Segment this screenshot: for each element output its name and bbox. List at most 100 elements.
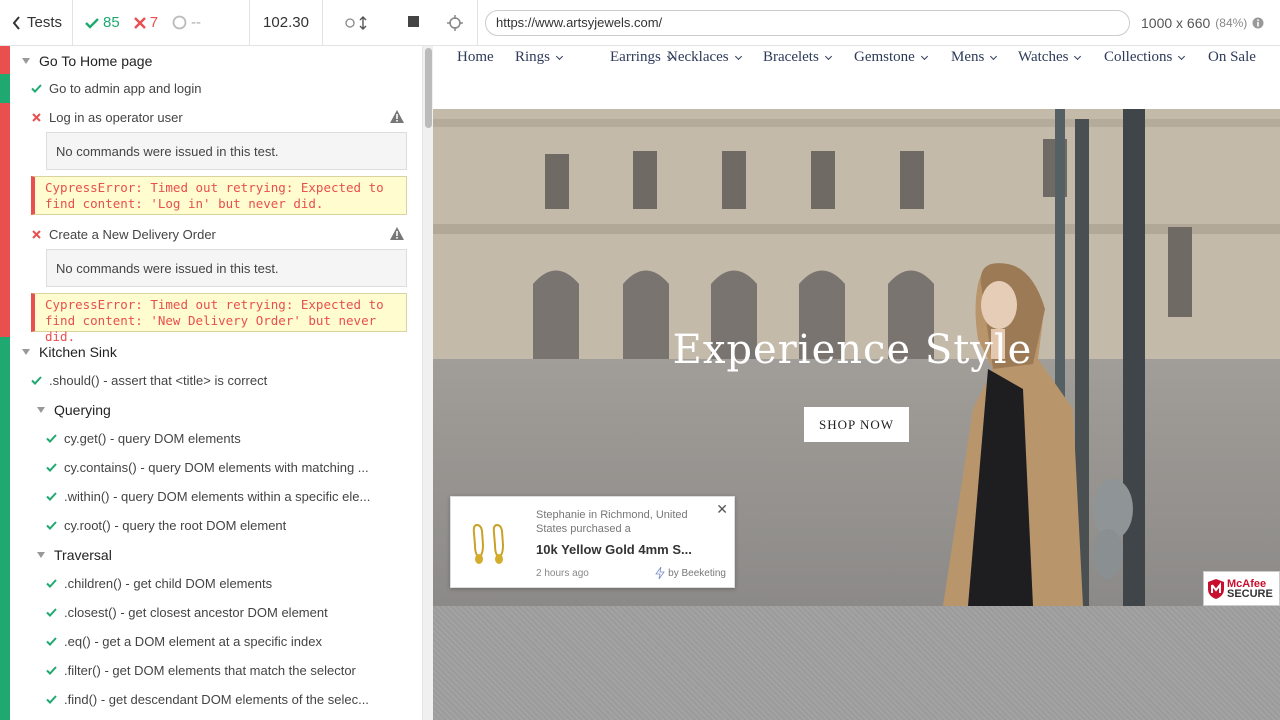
test-title: .children() - get child DOM elements xyxy=(64,576,273,591)
test-row[interactable]: .eq() - get a DOM element at a specific … xyxy=(10,627,422,656)
test-row[interactable]: cy.root() - query the root DOM element xyxy=(10,511,422,540)
mcafee-secure-badge[interactable]: McAfee SECURE xyxy=(1203,571,1280,606)
test-title: Go to admin app and login xyxy=(49,81,202,96)
check-icon xyxy=(43,521,59,530)
mcafee-name: McAfee xyxy=(1227,577,1267,590)
nav-label: Watches xyxy=(1018,49,1069,65)
suite-querying[interactable]: Querying xyxy=(10,395,422,424)
test-row[interactable]: Create a New Delivery Order xyxy=(10,220,422,249)
check-icon xyxy=(43,434,59,443)
nav-watches[interactable]: Watches xyxy=(1018,49,1082,66)
suite-title: Go To Home page xyxy=(39,52,153,69)
nav-gemstone[interactable]: Gemstone xyxy=(854,49,928,66)
hero-banner: Experience Style SHOP NOW Stephanie in R… xyxy=(433,109,1280,606)
circle-notch-icon xyxy=(172,15,187,30)
check-icon xyxy=(43,637,59,646)
x-icon xyxy=(28,230,44,239)
check-icon xyxy=(28,84,44,93)
shop-now-button[interactable]: SHOP NOW xyxy=(804,407,909,442)
failed-stat: 7 xyxy=(133,14,158,31)
nav-earrings[interactable]: Earrings xyxy=(610,49,674,66)
passed-stat: 85 xyxy=(85,14,120,31)
test-row[interactable]: Log in as operator user xyxy=(10,103,422,132)
suite-traversal[interactable]: Traversal xyxy=(10,540,422,569)
nav-bracelets[interactable]: Bracelets xyxy=(763,49,832,66)
caret-down-icon xyxy=(22,348,30,355)
viewport-size: 1000 x 660 xyxy=(1141,14,1211,31)
test-status-bar xyxy=(0,103,10,337)
chevron-down-icon xyxy=(1178,52,1186,60)
earrings-product-image xyxy=(472,524,505,564)
test-title: .closest() - get closest ancestor DOM el… xyxy=(64,605,328,620)
info-icon[interactable] xyxy=(1252,17,1264,29)
test-title: .should() - assert that <title> is corre… xyxy=(49,373,268,388)
test-row[interactable]: cy.get() - query DOM elements xyxy=(10,424,422,453)
shield-icon xyxy=(1208,578,1224,599)
hero-title-text: Experience Style xyxy=(672,327,1033,373)
nav-label: Bracelets xyxy=(763,49,819,65)
auto-scroll-toggle[interactable] xyxy=(345,15,367,30)
chevron-down-icon xyxy=(920,52,928,60)
nav-home[interactable]: Home xyxy=(457,49,494,66)
chevron-down-icon xyxy=(1074,52,1082,60)
aut-header: https://www.artsyjewels.com/ 1000 x 660 … xyxy=(433,0,1280,46)
notification-time: 2 hours ago xyxy=(536,568,589,579)
test-title: .find() - get descendant DOM elements of… xyxy=(64,692,369,707)
nav-label: Gemstone xyxy=(854,49,915,65)
suite-kitchen-sink[interactable]: Kitchen Sink xyxy=(10,337,422,366)
reporter-scrollbar[interactable] xyxy=(422,46,433,720)
chevron-down-icon xyxy=(990,52,998,60)
suite-status-bar xyxy=(0,337,10,720)
test-row[interactable]: .within() - query DOM elements within a … xyxy=(10,482,422,511)
chevron-down-icon xyxy=(555,52,564,60)
error-message[interactable]: CypressError: Timed out retrying: Expect… xyxy=(31,293,407,344)
check-icon xyxy=(85,17,99,29)
check-icon xyxy=(43,492,59,501)
check-icon xyxy=(28,376,44,385)
check-icon xyxy=(43,608,59,617)
test-row[interactable]: .filter() - get DOM elements that match … xyxy=(10,656,422,685)
chevron-left-icon xyxy=(12,15,20,30)
selector-playground-button[interactable] xyxy=(433,0,478,46)
crosshairs-icon xyxy=(447,14,463,31)
mcafee-secure: SECURE xyxy=(1227,587,1273,600)
nav-necklaces[interactable]: Necklaces xyxy=(667,49,742,66)
caret-down-icon xyxy=(37,551,45,558)
test-status-bar xyxy=(0,74,10,103)
viewport-info: 1000 x 660 (84%) xyxy=(1141,15,1264,31)
nav-rings[interactable]: Rings xyxy=(515,49,564,66)
tests-label: Tests xyxy=(27,14,63,31)
nav-label: Earrings xyxy=(610,49,661,65)
mcafee-label: McAfee SECURE xyxy=(1227,577,1273,600)
test-title: Log in as operator user xyxy=(49,110,183,125)
nav-on-sale[interactable]: On Sale xyxy=(1208,49,1256,66)
tests-back-button[interactable]: Tests xyxy=(0,0,73,45)
test-title: .eq() - get a DOM element at a specific … xyxy=(64,634,322,649)
test-row[interactable]: Go to admin app and login xyxy=(10,74,422,103)
reporter-panel: Tests 85 7 -- 102.30 Go To Home page Go … xyxy=(0,0,433,720)
error-message[interactable]: CypressError: Timed out retrying: Expect… xyxy=(31,176,407,215)
nav-mens[interactable]: Mens xyxy=(951,49,998,66)
test-row[interactable]: .children() - get child DOM elements xyxy=(10,569,422,598)
url-display[interactable]: https://www.artsyjewels.com/ xyxy=(485,9,1130,36)
runnables-list: Go To Home page Go to admin app and logi… xyxy=(0,46,422,720)
x-icon xyxy=(133,16,146,29)
scrollbar-thumb[interactable] xyxy=(425,48,432,128)
test-row[interactable]: cy.contains() - query DOM elements with … xyxy=(10,453,422,482)
test-title: cy.root() - query the root DOM element xyxy=(64,518,287,533)
notification-product[interactable]: 10k Yellow Gold 4mm S... xyxy=(536,542,716,557)
test-row[interactable]: .closest() - get closest ancestor DOM el… xyxy=(10,598,422,627)
suite-title: Kitchen Sink xyxy=(39,343,117,360)
x-icon xyxy=(28,113,44,122)
test-row[interactable]: .should() - assert that <title> is corre… xyxy=(10,366,422,395)
stop-button[interactable] xyxy=(408,14,419,31)
close-icon[interactable]: ✕ xyxy=(716,501,728,518)
arrows-vertical-icon xyxy=(359,15,367,30)
check-icon xyxy=(43,666,59,675)
circle-icon xyxy=(345,17,355,28)
notification-message: Stephanie in Richmond, United States pur… xyxy=(536,509,688,535)
suite-go-to-home-page[interactable]: Go To Home page xyxy=(10,46,422,75)
nav-collections[interactable]: Collections xyxy=(1104,49,1186,66)
test-row[interactable]: .find() - get descendant DOM elements of… xyxy=(10,685,422,714)
purchase-notification[interactable]: Stephanie in Richmond, United States pur… xyxy=(450,496,735,588)
